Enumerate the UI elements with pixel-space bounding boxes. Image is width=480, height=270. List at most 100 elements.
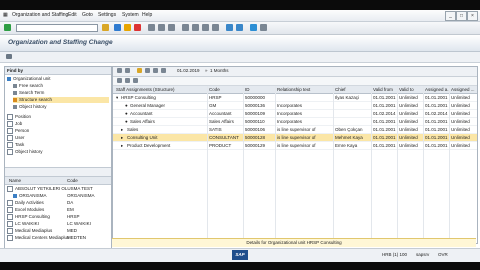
row-valid-from: 01.02.2014 [373,111,396,116]
row-relationship: is line supervisor of [277,135,316,140]
maximize-button[interactable]: □ [456,11,467,21]
col-code[interactable]: Code [209,86,243,93]
col-assigned-from[interactable]: Assigned a... [425,86,449,93]
back-icon[interactable] [114,24,121,31]
tree-node-search-term[interactable]: Search Term [13,90,44,96]
nav-back-icon[interactable] [117,68,122,73]
print-icon[interactable] [148,24,155,31]
last-page-icon[interactable] [212,24,219,31]
session-info[interactable]: HRB (1) 100 [382,252,407,257]
command-field[interactable] [16,24,98,32]
period-separator: » [205,68,208,73]
create-icon[interactable] [153,68,158,73]
find-next-icon[interactable] [168,24,175,31]
previous-page-icon[interactable] [192,24,199,31]
change-icon[interactable] [137,68,142,73]
insert-mode[interactable]: OVR [438,252,448,257]
expand-icon [7,214,13,220]
tree-node-user[interactable]: User [7,135,25,141]
hit-list-header: Name Code [5,177,111,185]
tree-node-org-unit[interactable]: Organizational unit [7,76,51,82]
col-id[interactable]: ID [245,86,275,93]
expand-icon [7,221,13,227]
column-name[interactable]: Name [9,178,21,183]
find-icon[interactable] [158,24,165,31]
save-icon[interactable] [102,24,109,31]
column-code[interactable]: Code [67,178,78,183]
menu-item-settings[interactable]: Settings [98,12,116,18]
date-from[interactable]: 01.02.2019 [177,68,200,73]
menu-item-edit[interactable]: Edit [68,12,77,18]
collapse-all-icon[interactable] [125,78,130,83]
display-icon[interactable] [145,68,150,73]
tree-node-person[interactable]: Person [7,128,29,134]
col-valid-to[interactable]: Valid to [399,86,423,93]
exit-icon[interactable] [124,24,131,31]
tree-node-structure-search[interactable]: Structure search [13,97,109,103]
tree-node-free-search[interactable]: Free search [13,83,43,89]
list-item[interactable]: ABSOLUT YETKILERI OLUSMA TEST [7,186,109,192]
object-manager-panel: Find by Organizational unit Free search … [4,66,112,262]
tree-node-object-history-2[interactable]: Object history [7,149,43,155]
first-page-icon[interactable] [182,24,189,31]
delimit-icon[interactable] [161,68,166,73]
layout-icon[interactable] [260,24,267,31]
shortcut-icon[interactable] [236,24,243,31]
col-chief[interactable]: Chief [335,86,371,93]
close-button[interactable]: × [467,11,478,21]
expand-icon [7,128,13,134]
grid-divider [449,86,450,242]
col-assigned-to[interactable]: Assigned ... [451,86,475,93]
tree-node-task[interactable]: Task [7,142,24,148]
menu-item-system[interactable]: System [122,12,139,18]
menu-item-goto[interactable]: Goto [82,12,93,18]
help-icon[interactable] [250,24,257,31]
row-code: Accountant [209,111,232,116]
tree-node-position[interactable]: Position [7,114,31,120]
nav-forward-icon[interactable] [125,68,130,73]
col-relationship-text[interactable]: Relationship text [277,86,333,93]
detail-message: Details for Organizational unit HRSP Con… [112,238,476,247]
list-item[interactable]: Medical Centers Mediaplus MEDTEN [7,235,109,241]
cancel-icon[interactable] [134,24,141,31]
sap-logo: SAP [232,250,248,260]
row-name: Product Development [127,143,171,148]
standard-toolbar [0,22,480,35]
row-assigned-to: Unlimited [451,95,470,100]
minimize-button[interactable]: _ [445,11,456,21]
status-bar: SAP HRB (1) 100 sapsrv OVR [0,248,480,263]
list-item[interactable]: LC WAIKIKI LC WAIKIKI [7,221,109,227]
sap-menu-icon[interactable]: ▦ [3,12,8,18]
row-relationship: is line supervisor of [277,143,316,148]
row-relationship: is line supervisor of [277,127,316,132]
grid-divider [397,86,398,242]
grid-toolbar [113,77,477,86]
list-item[interactable]: Medical Mediaplus MED [7,228,109,234]
tree-node-job[interactable]: Job [7,121,22,127]
expand-all-icon[interactable] [117,78,122,83]
create-session-icon[interactable] [226,24,233,31]
grid-divider [275,86,276,242]
period-value[interactable]: 1 Months [210,68,229,73]
row-id: 50000110 [245,119,265,124]
column-config-icon[interactable] [133,78,138,83]
bottom-black-bar [0,262,480,270]
menu-item-org-staffing[interactable]: Organization and Staffing [12,12,68,18]
title-bar: Organization and Staffing Change [0,35,480,52]
list-item[interactable]: Excel Modules EM [7,207,109,213]
list-item[interactable]: ORGANISMA ORGANISMA [7,193,109,199]
row-valid-to: Unlimited [399,143,418,148]
list-item[interactable]: HRSP Consulting HRSP [7,214,109,220]
list-item[interactable]: Daily Activities DA [7,200,109,206]
enter-icon[interactable] [4,24,11,31]
row-assigned-from: 01.01.2001 [425,127,448,132]
col-staff-assignments[interactable]: Staff Assignments (Structure) [116,86,206,93]
tree-node-object-history[interactable]: Object history [13,104,47,110]
col-valid-from[interactable]: Valid from [373,86,397,93]
row-id: 50000109 [245,111,266,116]
menu-item-help[interactable]: Help [142,12,152,18]
next-page-icon[interactable] [202,24,209,31]
row-assigned-to: Unlimited [451,127,470,132]
hide-tree-icon[interactable] [6,54,12,59]
overview-toolbar: 01.02.2019 » 1 Months [113,67,477,77]
